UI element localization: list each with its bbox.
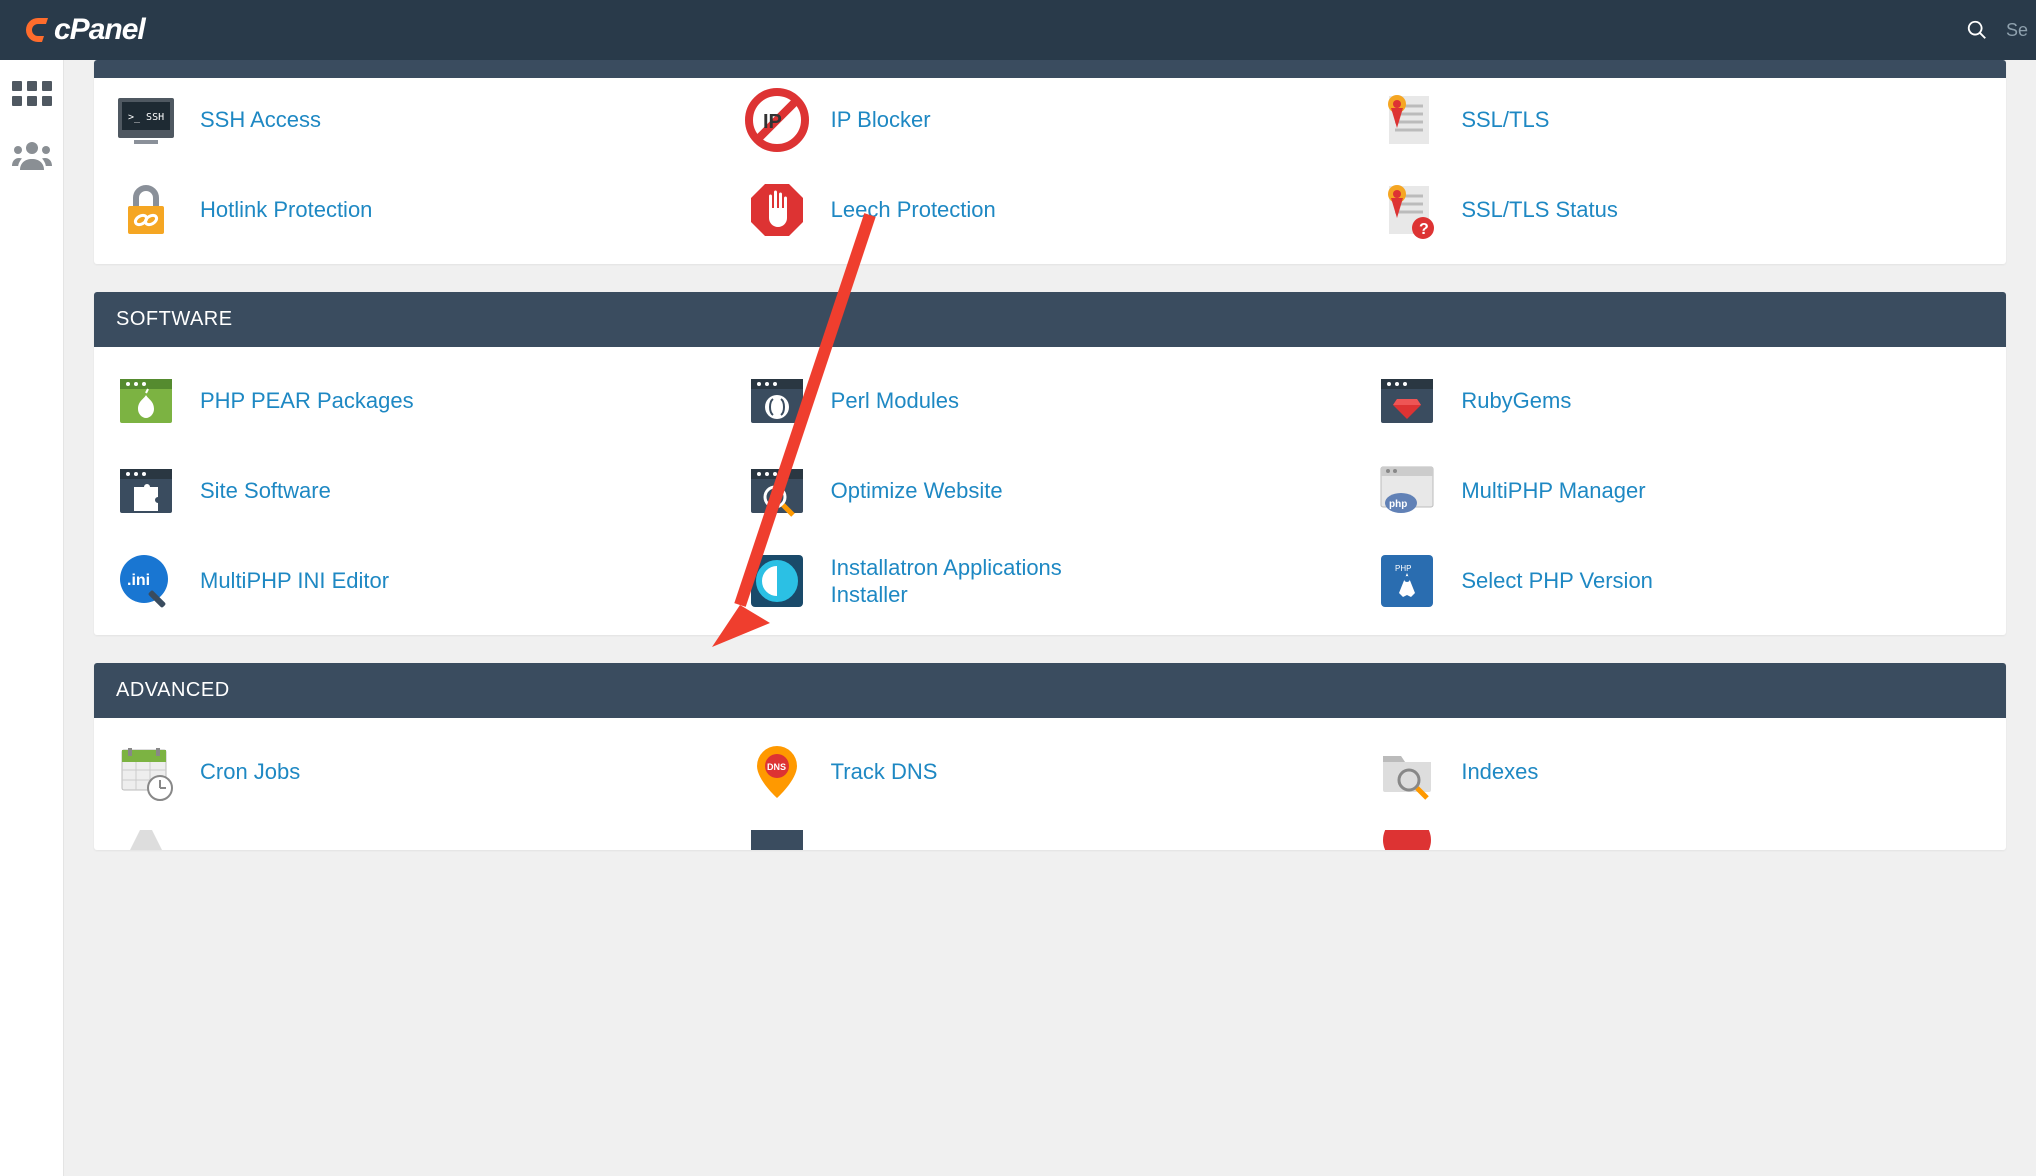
clipped-icon: [1375, 830, 1439, 850]
svg-text:PHP: PHP: [1395, 564, 1411, 573]
pear-icon: [114, 369, 178, 433]
puzzle-icon: [114, 459, 178, 523]
svg-text:.ini: .ini: [127, 572, 150, 589]
optimize-icon: [745, 459, 809, 523]
certificate-icon: [1375, 88, 1439, 152]
security-header[interactable]: [94, 60, 2006, 78]
svg-text:IP: IP: [763, 111, 782, 133]
php-pear-packages-tile[interactable]: PHP PEAR Packages: [114, 369, 725, 433]
ini-editor-icon: .ini: [114, 549, 178, 613]
svg-text:?: ?: [1419, 221, 1429, 238]
tile-label: Leech Protection: [831, 196, 996, 224]
tile-label: PHP PEAR Packages: [200, 387, 414, 415]
calendar-clock-icon: [114, 740, 178, 804]
ssl-tls-status-tile[interactable]: ? SSL/TLS Status: [1375, 178, 1986, 242]
clipped-tile-1[interactable]: [114, 830, 725, 850]
select-php-version-tile[interactable]: PHP Select PHP Version: [1375, 549, 1986, 613]
tile-label: MultiPHP Manager: [1461, 477, 1645, 505]
clipped-tile-2[interactable]: [745, 830, 1356, 850]
multiphp-manager-tile[interactable]: php MultiPHP Manager: [1375, 459, 1986, 523]
tile-label: Indexes: [1461, 758, 1538, 786]
tile-label: Optimize Website: [831, 477, 1003, 505]
software-header[interactable]: SOFTWARE: [94, 292, 2006, 347]
svg-text:DNS: DNS: [767, 762, 786, 772]
cron-jobs-tile[interactable]: Cron Jobs: [114, 740, 725, 804]
ruby-icon: [1375, 369, 1439, 433]
tile-label: Track DNS: [831, 758, 938, 786]
tile-label: RubyGems: [1461, 387, 1571, 415]
ssh-icon: >_ SSH: [114, 88, 178, 152]
track-dns-tile[interactable]: DNS Track DNS: [745, 740, 1356, 804]
site-software-tile[interactable]: Site Software: [114, 459, 725, 523]
tile-label: Perl Modules: [831, 387, 959, 415]
stop-hand-icon: [745, 178, 809, 242]
cpanel-logo-icon: [20, 14, 52, 46]
advanced-header[interactable]: ADVANCED: [94, 663, 2006, 718]
dns-pin-icon: DNS: [745, 740, 809, 804]
tile-label: Site Software: [200, 477, 331, 505]
optimize-website-tile[interactable]: Optimize Website: [745, 459, 1356, 523]
tile-label: SSH Access: [200, 106, 321, 134]
security-section: >_ SSH SSH Access IP IP Blocker SSL/TLS: [94, 60, 2006, 264]
certificate-question-icon: ?: [1375, 178, 1439, 242]
leech-protection-tile[interactable]: Leech Protection: [745, 178, 1356, 242]
ssl-tls-tile[interactable]: SSL/TLS: [1375, 88, 1986, 152]
tile-label: Hotlink Protection: [200, 196, 372, 224]
header-search[interactable]: [1966, 19, 2036, 41]
installatron-app-installer-tile[interactable]: Installatron Applications Installer: [745, 549, 1356, 613]
ssh-access-tile[interactable]: >_ SSH SSH Access: [114, 88, 725, 152]
tile-label: MultiPHP INI Editor: [200, 567, 389, 595]
perl-icon: [745, 369, 809, 433]
php-version-icon: PHP: [1375, 549, 1439, 613]
perl-modules-tile[interactable]: Perl Modules: [745, 369, 1356, 433]
clipped-icon: [114, 830, 178, 850]
cpanel-logo[interactable]: cPanel: [20, 13, 145, 47]
tile-label: SSL/TLS Status: [1461, 196, 1618, 224]
hotlink-protection-tile[interactable]: Hotlink Protection: [114, 178, 725, 242]
tile-label: IP Blocker: [831, 106, 931, 134]
advanced-section: ADVANCED Cron Jobs DNS Track DNS Indexes: [94, 663, 2006, 850]
clipped-icon: [745, 830, 809, 850]
installatron-icon: [745, 549, 809, 613]
clipped-tile-3[interactable]: [1375, 830, 1986, 850]
lock-link-icon: [114, 178, 178, 242]
brand-text: cPanel: [54, 13, 145, 47]
tile-label: Cron Jobs: [200, 758, 300, 786]
search-input[interactable]: [2006, 20, 2036, 41]
ip-blocker-tile[interactable]: IP IP Blocker: [745, 88, 1356, 152]
rubygems-tile[interactable]: RubyGems: [1375, 369, 1986, 433]
tile-label: Installatron Applications Installer: [831, 554, 1071, 609]
tile-label: SSL/TLS: [1461, 106, 1549, 134]
svg-text:php: php: [1389, 499, 1407, 510]
tile-label: Select PHP Version: [1461, 567, 1653, 595]
search-icon[interactable]: [1966, 19, 1988, 41]
svg-text:>_ SSH: >_ SSH: [128, 112, 164, 123]
main-content: >_ SSH SSH Access IP IP Blocker SSL/TLS: [64, 60, 2036, 880]
top-header: cPanel: [0, 0, 2036, 60]
ip-block-icon: IP: [745, 88, 809, 152]
php-manager-icon: php: [1375, 459, 1439, 523]
folder-search-icon: [1375, 740, 1439, 804]
software-section: SOFTWARE PHP PEAR Packages Perl Modules …: [94, 292, 2006, 635]
indexes-tile[interactable]: Indexes: [1375, 740, 1986, 804]
multiphp-ini-editor-tile[interactable]: .ini MultiPHP INI Editor: [114, 549, 725, 613]
